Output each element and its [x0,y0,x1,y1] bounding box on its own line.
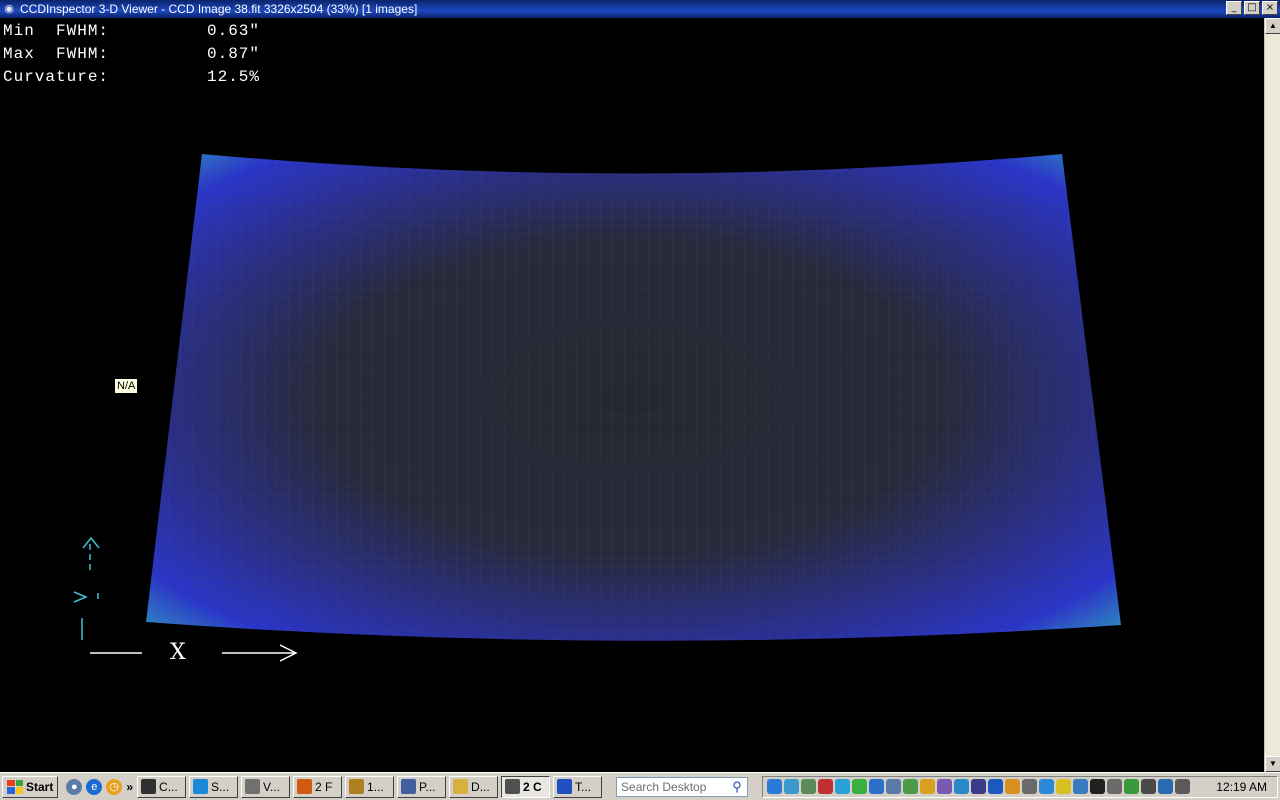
taskbar-button[interactable]: 1... [345,775,395,798]
search-icon[interactable]: ⚲ [729,779,745,795]
tray-icon[interactable] [784,779,800,794]
tray-icon[interactable] [1039,779,1055,794]
tray-icon[interactable] [988,779,1004,794]
taskbar-button[interactable]: 2 C [501,775,551,798]
tray-icon[interactable] [920,779,936,794]
start-label: Start [26,779,54,794]
taskbar-button-label: T... [575,779,592,794]
tray-icon[interactable] [818,779,834,794]
tray-icon[interactable] [767,779,783,794]
taskbar-button-label: P... [419,779,436,794]
chevron-right-icon[interactable]: » [126,780,133,794]
tray-icon[interactable] [1158,779,1174,794]
tray-icon[interactable] [1090,779,1106,794]
tray-icon[interactable] [1107,779,1123,794]
tray-icon[interactable] [1124,779,1140,794]
tray-icon[interactable] [1073,779,1089,794]
taskbar-button-label: S... [211,779,230,794]
axis-indicator [73,536,298,662]
taskbar-button[interactable]: S... [189,775,239,798]
console-icon [141,779,157,794]
tray-icon[interactable] [852,779,868,794]
tray-icon[interactable] [886,779,902,794]
scroll-up-arrow-icon[interactable]: ▲ [1265,18,1280,34]
app-icon: ◉ [4,3,14,15]
folder-icon [453,779,469,794]
quick-launch: ● e ◷ [66,778,123,795]
taskbar-button-label: V... [263,779,280,794]
tray-icon[interactable] [869,779,885,794]
taskbar-button[interactable]: 2 F [293,775,343,798]
skype-icon [193,779,209,794]
title-bar[interactable]: ◉ CCDInspector 3-D Viewer - CCD Image 38… [0,0,1280,18]
tray-icon[interactable] [1056,779,1072,794]
window-title: CCDInspector 3-D Viewer - CCD Image 38.f… [20,2,418,16]
search-input[interactable]: Search Desktop ⚲ [616,776,749,797]
taskbar: Start ● e ◷ » C... S... V... 2 F 1... P... D..… [0,772,1280,800]
telescope-icon [505,779,521,794]
window-controls: _ □ × [1226,1,1278,15]
taskbar-button[interactable]: D... [449,775,499,798]
network-icon [557,779,573,794]
tray-icon[interactable] [801,779,817,794]
taskbar-button-label: C... [159,779,178,794]
y-axis-arrow [73,536,100,640]
globe-icon[interactable]: ● [66,778,83,795]
document-icon [245,779,261,794]
tray-icon[interactable] [903,779,919,794]
tray-icon[interactable] [1022,779,1038,794]
tray-icon[interactable] [1141,779,1157,794]
tray-icon[interactable] [1175,779,1191,794]
scroll-down-arrow-icon[interactable]: ▼ [1265,756,1280,772]
vertical-scrollbar[interactable]: ▲ ▼ [1264,18,1280,772]
x-axis-label: X [170,640,186,665]
tray-icon[interactable] [971,779,987,794]
taskbar-button[interactable]: P... [397,775,447,798]
start-button[interactable]: Start [2,775,59,798]
tray-icon[interactable] [1005,779,1021,794]
taskbar-button-label: 2 C [523,779,542,794]
taskbar-button-label: D... [471,779,490,794]
task-list: C... S... V... 2 F 1... P... D... 2 C T... [137,775,603,798]
clock-icon[interactable]: ◷ [106,778,123,795]
tool-icon [349,779,365,794]
maximize-button[interactable]: □ [1244,1,1260,15]
taskbar-button-label: 1... [367,779,384,794]
system-tray: 12:19 AM [762,775,1278,798]
firefox-icon [297,779,313,794]
clock[interactable]: 12:19 AM [1210,780,1273,794]
close-button[interactable]: × [1262,1,1278,15]
taskbar-button[interactable]: C... [137,775,187,798]
3d-viewport[interactable]: Min FWHM: 0.63" Max FWHM: 0.87" Curvatur… [0,18,1264,772]
minimize-button[interactable]: _ [1226,1,1242,15]
windows-flag-icon [7,779,23,794]
tray-icon[interactable] [835,779,851,794]
search-placeholder: Search Desktop [621,779,707,794]
taskbar-button-label: 2 F [315,779,333,794]
tray-icon[interactable] [937,779,953,794]
ie-icon[interactable]: e [86,778,103,795]
tray-icon[interactable] [954,779,970,794]
taskbar-button[interactable]: T... [553,775,603,798]
x-axis-arrow [90,644,298,662]
image-icon [401,779,417,794]
taskbar-button[interactable]: V... [241,775,291,798]
